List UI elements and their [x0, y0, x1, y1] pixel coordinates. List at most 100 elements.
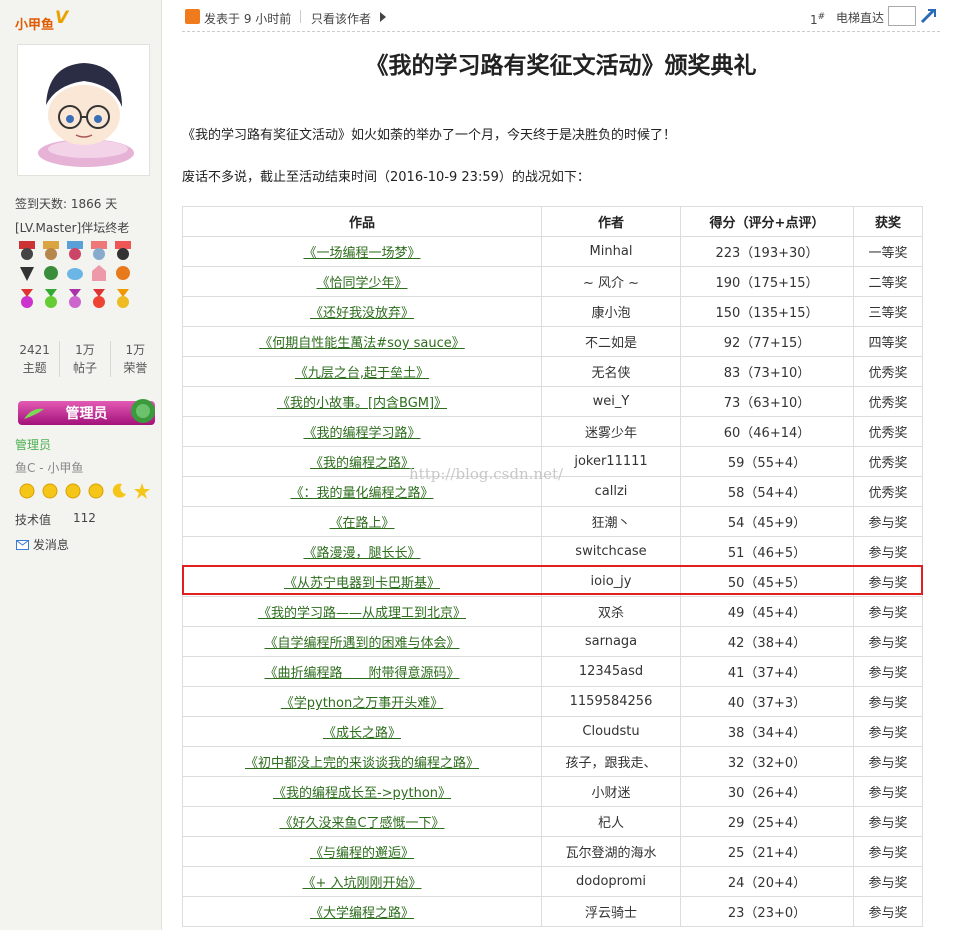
work-cell[interactable]: 《路漫漫，腿长长》: [182, 536, 542, 567]
work-cell[interactable]: 《好久没来鱼C了感慨一下》: [182, 806, 542, 837]
score-cell: 73（63+10）: [680, 386, 854, 417]
work-link[interactable]: 《大学编程之路》: [310, 906, 414, 921]
medal-icon[interactable]: [65, 263, 85, 283]
jump-go-icon[interactable]: [920, 8, 938, 24]
only-author-link[interactable]: 只看该作者: [311, 10, 371, 27]
award-cell-text: 参与奖: [868, 786, 908, 801]
work-link[interactable]: 《初中都没上完的来谈谈我的编程之路》: [245, 756, 479, 771]
work-link[interactable]: 《一场编程一场梦》: [303, 246, 420, 261]
work-cell[interactable]: 《我的编程学习路》: [182, 416, 542, 447]
work-cell[interactable]: 《自学编程所遇到的困难与体会》: [182, 626, 542, 657]
work-link[interactable]: 《何期自性能生萬法#soy sauce》: [259, 336, 465, 351]
work-cell[interactable]: 《恰同学少年》: [182, 266, 542, 297]
user-icon: [185, 9, 200, 24]
work-cell[interactable]: 《初中都没上完的来谈谈我的编程之路》: [182, 746, 542, 777]
work-cell[interactable]: 《我的小故事。[内含BGM]》: [182, 386, 542, 417]
watermark: http://blog.csdn.net/: [409, 465, 564, 483]
work-cell[interactable]: 《还好我没放弃》: [182, 296, 542, 327]
stat-topics[interactable]: 2421 主题: [10, 341, 59, 377]
score-cell: 83（73+10）: [680, 356, 854, 387]
work-cell[interactable]: 《九层之台,起于垒土》: [182, 356, 542, 387]
medal-icon[interactable]: [41, 263, 61, 283]
sun-icon: [40, 481, 60, 501]
author-cell: ~ 风介 ~: [541, 266, 681, 297]
work-cell[interactable]: 《大学编程之路》: [182, 896, 542, 927]
work-link[interactable]: 《恰同学少年》: [316, 276, 407, 291]
work-link[interactable]: 《与编程的邂逅》: [310, 846, 414, 861]
award-cell-text: 优秀奖: [868, 456, 908, 471]
medal-icon[interactable]: [65, 241, 85, 261]
stat-honor[interactable]: 1万 荣誉: [109, 341, 160, 377]
work-link[interactable]: 《我的编程学习路》: [303, 426, 420, 441]
medal-icon[interactable]: [113, 263, 133, 283]
medal-icon[interactable]: [89, 241, 109, 261]
work-cell[interactable]: 《在路上》: [182, 506, 542, 537]
author-cell: 12345asd: [541, 656, 681, 687]
award-cell: 优秀奖: [853, 446, 923, 477]
medal-icon[interactable]: [17, 289, 37, 309]
floor-jump-input[interactable]: [888, 6, 916, 26]
work-cell[interactable]: 《与编程的邂逅》: [182, 836, 542, 867]
medal-icon[interactable]: [113, 241, 133, 261]
work-link[interactable]: 《我的小故事。[内含BGM]》: [277, 396, 447, 411]
medal-icon[interactable]: [41, 241, 61, 261]
work-link[interactable]: 《成长之路》: [323, 726, 401, 741]
score-cell: 150（135+15）: [680, 296, 854, 327]
work-link[interactable]: 《好久没来鱼C了感慨一下》: [279, 816, 444, 831]
medal-icon[interactable]: [17, 263, 37, 283]
medal-icon[interactable]: [113, 289, 133, 309]
score-cell-text: 83（73+10）: [723, 366, 811, 381]
score-cell: 40（37+3）: [680, 686, 854, 717]
author-sidebar: 小甲鱼 V 签到天数: 1866 天 [LV.Master]伴坛终老 2421 …: [0, 0, 162, 930]
work-link[interactable]: 《路漫漫，腿长长》: [303, 546, 420, 561]
work-link[interactable]: 《学python之万事开头难》: [281, 696, 443, 711]
work-link[interactable]: 《我的编程之路》: [310, 456, 414, 471]
award-cell: 参与奖: [853, 806, 923, 837]
work-cell[interactable]: 《曲折编程路 附带得意源码》: [182, 656, 542, 687]
work-link[interactable]: 《在路上》: [329, 516, 394, 531]
medal-icon[interactable]: [41, 289, 61, 309]
author-cell: 浮云骑士: [541, 896, 681, 927]
score-cell-text: 30（26+4）: [727, 786, 807, 801]
work-cell[interactable]: 《学python之万事开头难》: [182, 686, 542, 717]
score-cell-text: 92（77+15）: [723, 336, 811, 351]
work-link[interactable]: 《自学编程所遇到的困难与体会》: [264, 636, 459, 651]
work-link[interactable]: 《曲折编程路 附带得意源码》: [264, 666, 459, 681]
table-row: 《九层之台,起于垒土》 无名侠 83（73+10） 优秀奖: [182, 356, 923, 387]
work-link[interactable]: 《我的学习路——从成理工到北京》: [258, 606, 466, 621]
user-group[interactable]: 管理员: [15, 436, 51, 453]
column-header-author: 作者: [541, 206, 681, 237]
award-cell-text: 参与奖: [868, 846, 908, 861]
author-cell: 瓦尔登湖的海水: [541, 836, 681, 867]
author-cell: 康小泡: [541, 296, 681, 327]
work-cell[interactable]: 《从苏宁电器到卡巴斯基》: [182, 566, 542, 597]
author-cell: 狂潮丶: [541, 506, 681, 537]
work-cell[interactable]: 《成长之路》: [182, 716, 542, 747]
medal-icon[interactable]: [89, 289, 109, 309]
medal-icon[interactable]: [65, 289, 85, 309]
work-link[interactable]: 《还好我没放弃》: [310, 306, 414, 321]
user-stats: 2421 主题 1万 帖子 1万 荣誉: [10, 341, 160, 377]
work-cell[interactable]: 《我的编程成长至->python》: [182, 776, 542, 807]
send-message-link[interactable]: 发消息: [16, 536, 69, 553]
work-cell[interactable]: 《我的学习路——从成理工到北京》: [182, 596, 542, 627]
stat-posts[interactable]: 1万 帖子: [59, 341, 109, 377]
medal-icon[interactable]: [17, 241, 37, 261]
work-cell[interactable]: 《何期自性能生萬法#soy sauce》: [182, 326, 542, 357]
awards-table: 作品 作者 得分（评分+点评） 获奖 《一场编程一场梦》 Minhal 223（19…: [182, 206, 923, 927]
work-link[interactable]: 《+ 入坑刚刚开始》: [302, 876, 421, 891]
score-cell-text: 24（20+4）: [727, 876, 807, 891]
stat-value: 2421: [19, 343, 50, 357]
score-cell: 54（45+9）: [680, 506, 854, 537]
table-row: 《与编程的邂逅》 瓦尔登湖的海水 25（21+4） 参与奖: [182, 836, 923, 867]
work-link[interactable]: 《我的编程成长至->python》: [273, 786, 451, 801]
work-link[interactable]: 《：我的量化编程之路》: [290, 486, 433, 501]
work-link[interactable]: 《从苏宁电器到卡巴斯基》: [284, 576, 440, 591]
award-cell: 二等奖: [853, 266, 923, 297]
work-cell[interactable]: 《一场编程一场梦》: [182, 236, 542, 267]
work-link[interactable]: 《九层之台,起于垒土》: [295, 366, 429, 381]
work-cell[interactable]: 《+ 入坑刚刚开始》: [182, 866, 542, 897]
author-username[interactable]: 小甲鱼: [15, 14, 54, 33]
avatar[interactable]: [17, 44, 150, 176]
medal-icon[interactable]: [89, 263, 109, 283]
